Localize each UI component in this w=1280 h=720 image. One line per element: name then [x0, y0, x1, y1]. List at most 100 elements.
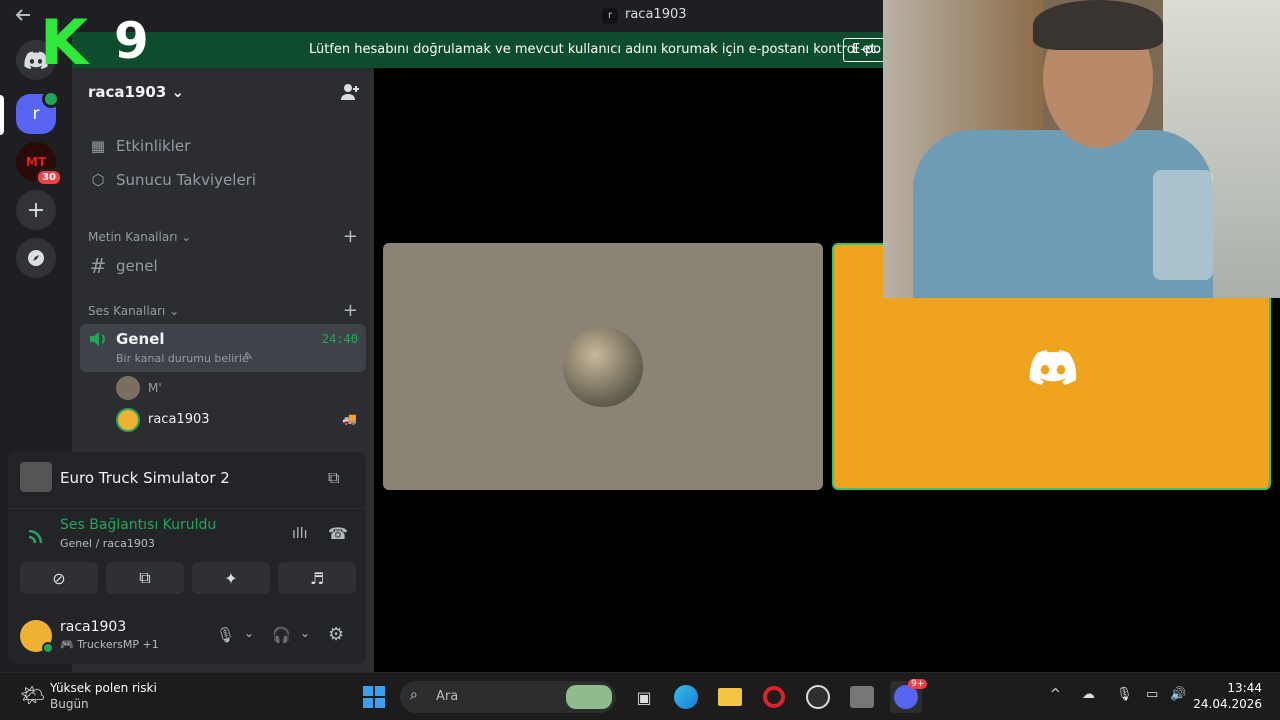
mention-badge: 30	[36, 169, 62, 186]
weather-sub: Bugün	[50, 697, 89, 711]
user-status-text: TruckersMP	[77, 638, 139, 651]
screen-share-button[interactable]: ⧉	[106, 562, 184, 594]
category-label: Ses Kanalları	[88, 304, 166, 318]
edge-browser-icon[interactable]	[670, 681, 702, 713]
taskbar-search[interactable]: ⌕ Ara	[400, 681, 616, 713]
activities-button[interactable]: ✦	[192, 562, 270, 594]
webcam-person-hair	[1033, 0, 1163, 50]
clock-time[interactable]: 13:44	[1212, 681, 1262, 695]
add-text-channel-icon[interactable]: +	[343, 226, 358, 247]
onedrive-icon[interactable]: ☁	[1082, 687, 1095, 702]
connection-sub: Genel / raca1903	[60, 537, 155, 550]
screen-share-icon: ⧉	[139, 568, 151, 587]
microphone-tray-icon[interactable]: 🎙	[1116, 687, 1133, 702]
obs-studio-icon[interactable]	[802, 681, 834, 713]
calendar-icon: ▦	[90, 137, 106, 155]
camera-button[interactable]: ⊘	[20, 562, 98, 594]
soundboard-button[interactable]: ♬	[278, 562, 356, 594]
discover-compass-icon[interactable]	[16, 238, 56, 278]
truck-activity-icon: 🚚	[342, 412, 357, 426]
headset-icon[interactable]: 🎧	[272, 626, 291, 644]
chevron-down-icon[interactable]: ⌄	[244, 626, 254, 640]
volume-icon[interactable]: 🔊	[1170, 687, 1186, 702]
sidebar-item-label: Sunucu Takviyeleri	[116, 171, 257, 189]
soundboard-icon: ♬	[309, 568, 325, 588]
category-text-channels[interactable]: Metin Kanalları ⌄	[88, 230, 191, 244]
webcam-glass	[1153, 170, 1213, 280]
window-title: raca1903	[625, 7, 687, 22]
tray-overflow-icon[interactable]: ^	[1050, 687, 1061, 702]
opera-browser-icon[interactable]	[758, 681, 790, 713]
divider	[8, 508, 366, 509]
server-name-header[interactable]: raca1903 ⌄	[88, 83, 184, 101]
category-voice-channels[interactable]: Ses Kanalları ⌄	[88, 304, 179, 318]
notification-badge: 9+	[908, 679, 928, 689]
boost-icon: ⬡	[91, 171, 105, 189]
disconnect-icon[interactable]: ☎	[328, 524, 348, 543]
server-letter: r	[32, 104, 40, 124]
avatar[interactable]	[116, 376, 140, 400]
add-voice-channel-icon[interactable]: +	[343, 300, 358, 321]
category-label: Metin Kanalları	[88, 230, 178, 244]
sidebar-item-events[interactable]: ▦ Etkinlikler	[80, 130, 366, 162]
invite-user-icon[interactable]	[340, 82, 360, 106]
clock-date[interactable]: 24.04.2026	[1190, 697, 1262, 711]
gamepad-icon: 🎮	[60, 638, 74, 651]
windows-taskbar: 🌤 Yüksek polen riski Bugün ⌕ Ara ▣ 9+ ^ …	[0, 672, 1280, 720]
task-view-icon[interactable]: ▣	[628, 681, 660, 713]
search-highlight-image	[566, 685, 612, 709]
voice-user-name[interactable]: raca1903	[148, 412, 210, 427]
channel-genel[interactable]: # genel	[80, 250, 366, 282]
chevron-down-icon[interactable]: ⌄	[300, 626, 310, 640]
user-status: 🎮 TruckersMP +1	[60, 638, 159, 651]
file-explorer-icon[interactable]	[714, 681, 746, 713]
avatar[interactable]	[116, 408, 140, 432]
discord-taskbar-icon[interactable]: 9+	[890, 679, 928, 713]
server-mt[interactable]: MT 30	[16, 142, 62, 186]
webcam-overlay	[883, 0, 1280, 298]
k9-logo: K 9	[30, 6, 158, 79]
server-raca1903[interactable]: r	[16, 90, 60, 134]
voice-channel-genel[interactable]: Genel 24:40 Bir kanal durumu belirle ✎	[80, 324, 366, 372]
stream-game-icon[interactable]: ⧉	[328, 468, 339, 488]
speaker-icon	[88, 330, 108, 352]
noise-suppression-icon[interactable]: ıllı	[292, 526, 308, 542]
online-status-dot	[42, 642, 54, 654]
windows-start-icon[interactable]	[358, 681, 390, 713]
activity-name: Euro Truck Simulator 2	[60, 469, 230, 487]
logo-letter: K	[40, 6, 89, 79]
banner-message: Lütfen hesabını doğrulamak ve mevcut kul…	[309, 42, 880, 57]
user-panel: Euro Truck Simulator 2 ⧉ Ses Bağlantısı …	[8, 452, 366, 664]
selected-indicator	[0, 95, 4, 135]
channel-status-text[interactable]: Bir kanal durumu belirle	[116, 352, 249, 365]
connection-status[interactable]: Ses Bağlantısı Kuruldu	[60, 517, 216, 533]
camera-off-icon: ⊘	[52, 568, 66, 588]
weather-title[interactable]: Yüksek polen riski	[50, 681, 157, 695]
user-name[interactable]: raca1903	[60, 619, 126, 635]
signal-icon	[26, 526, 46, 550]
voice-user-name[interactable]: M'	[148, 381, 162, 395]
hash-icon: #	[89, 254, 107, 278]
settings-gear-icon[interactable]: ⚙	[328, 624, 344, 645]
sidebar-item-boosts[interactable]: ⬡ Sunucu Takviyeleri	[80, 164, 366, 196]
add-server-icon[interactable]: +	[16, 190, 56, 230]
voice-channel-name: Genel	[116, 330, 165, 348]
avatar	[563, 327, 643, 407]
weather-sun-icon[interactable]: 🌤	[20, 683, 45, 707]
voice-timer: 24:40	[321, 332, 358, 346]
ets2-game-icon[interactable]	[846, 681, 878, 713]
game-icon	[20, 462, 52, 492]
search-placeholder: Ara	[436, 689, 459, 704]
network-icon[interactable]: ▭	[1146, 687, 1158, 702]
channel-label: genel	[116, 257, 158, 275]
activities-icon: ✦	[224, 568, 238, 588]
video-tile-user-m[interactable]	[383, 243, 823, 490]
search-icon: ⌕	[410, 687, 418, 703]
logo-number: 9	[114, 12, 149, 70]
pencil-icon[interactable]: ✎	[244, 350, 253, 363]
voice-speaker-icon	[42, 90, 60, 108]
user-status-extra: +1	[142, 638, 159, 651]
microphone-icon[interactable]: 🎙	[216, 626, 235, 644]
server-name: raca1903	[88, 83, 167, 101]
chevron-down-icon: ⌄	[171, 83, 185, 101]
